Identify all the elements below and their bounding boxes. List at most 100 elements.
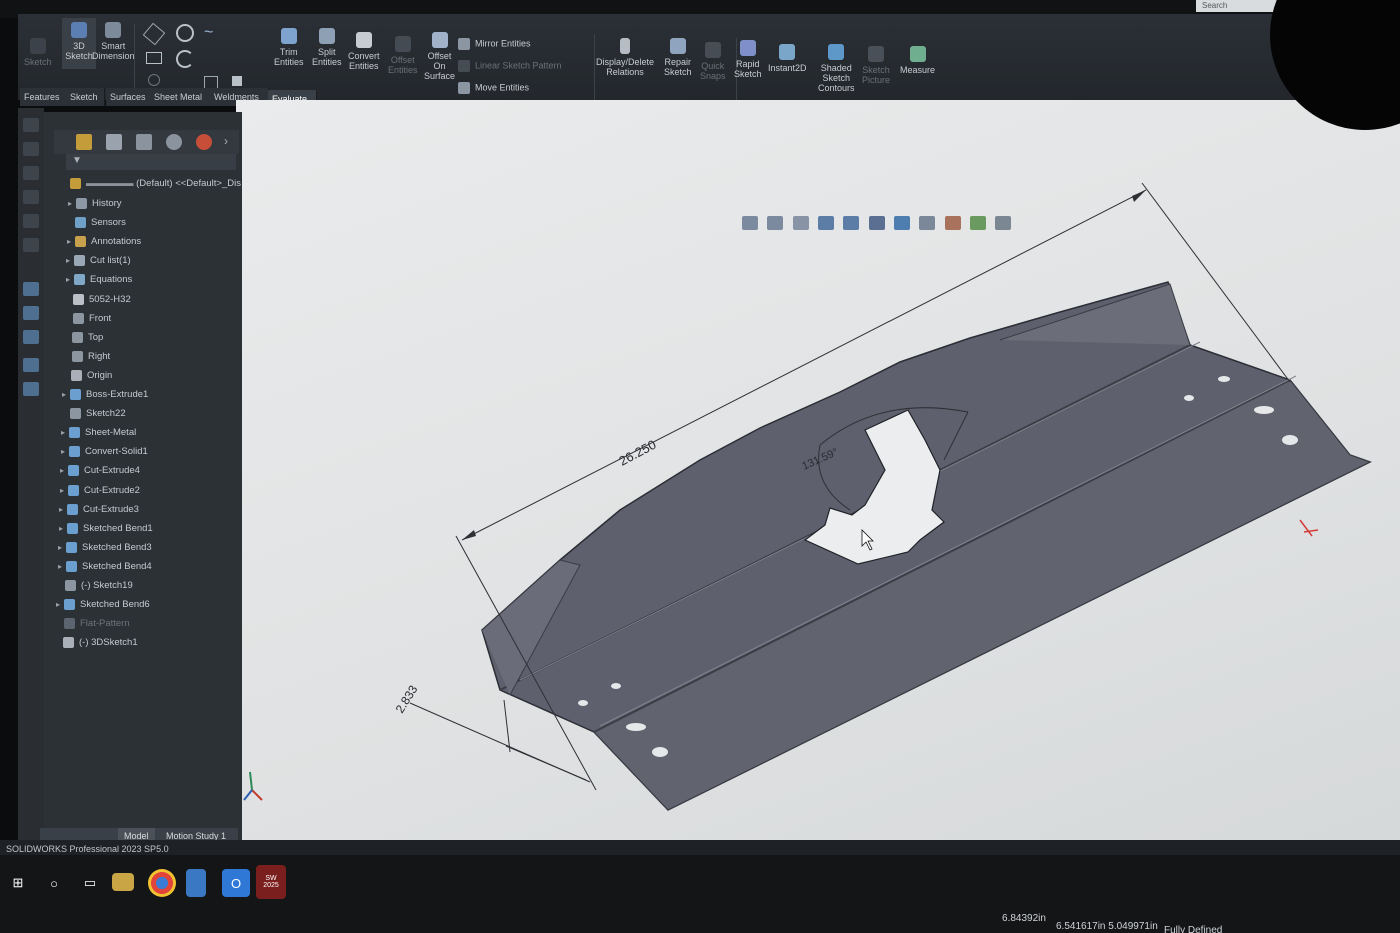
split-entities-button[interactable]: Split Entities bbox=[312, 28, 342, 67]
tree-item[interactable]: Sketch22 bbox=[62, 408, 126, 419]
tree-item[interactable]: ▸ Annotations bbox=[67, 236, 141, 247]
rectangle-icon[interactable] bbox=[146, 52, 162, 64]
tree-item[interactable]: 5052-H32 bbox=[65, 293, 131, 305]
tree-item[interactable]: (-) 3DSketch1 bbox=[55, 637, 138, 648]
tree-item[interactable]: Right bbox=[64, 350, 110, 362]
word-icon[interactable] bbox=[186, 869, 206, 897]
tree-filter[interactable]: ▼ bbox=[66, 154, 236, 170]
mirror-entities-button[interactable]: Mirror Entities bbox=[458, 38, 531, 50]
shaded-sketch-contours-button[interactable]: Shaded Sketch Contours bbox=[818, 44, 855, 93]
tree-item[interactable]: ▸ Cut list(1) bbox=[66, 255, 131, 266]
expand-arrow-icon[interactable]: ▸ bbox=[60, 466, 68, 475]
tree-root[interactable]: ▬▬▬▬▬ (Default) <<Default>_Dis bbox=[70, 178, 241, 189]
point-icon[interactable] bbox=[232, 76, 242, 86]
circle-icon[interactable] bbox=[176, 24, 194, 42]
tree-item[interactable]: ▸ Sketched Bend6 bbox=[56, 599, 150, 610]
chrome-icon[interactable] bbox=[148, 869, 176, 897]
expand-arrow-icon[interactable]: ▸ bbox=[61, 447, 69, 456]
tree-item[interactable]: ▸ History bbox=[68, 198, 122, 209]
tree-item[interactable]: ▸ Cut-Extrude2 bbox=[60, 484, 140, 496]
tab-sketch[interactable]: Sketch bbox=[66, 88, 105, 106]
tree-item[interactable]: ▸ Equations bbox=[66, 274, 132, 285]
expand-arrow-icon[interactable]: ▸ bbox=[66, 256, 74, 265]
outlook-icon[interactable]: O bbox=[222, 869, 250, 897]
expand-arrow-icon[interactable]: ▸ bbox=[58, 543, 66, 552]
strip-icon[interactable] bbox=[23, 382, 39, 396]
strip-icon[interactable] bbox=[23, 330, 39, 344]
tree-item[interactable]: Front bbox=[65, 312, 111, 324]
tab-features[interactable]: Features bbox=[20, 88, 67, 106]
expand-arrow-icon[interactable]: ▸ bbox=[56, 600, 64, 609]
strip-icon[interactable] bbox=[23, 166, 39, 180]
expand-arrow-icon[interactable]: ▸ bbox=[60, 486, 68, 495]
length-dimension-label[interactable]: 26.250 bbox=[616, 437, 658, 469]
tree-item[interactable]: ▸ Sheet-Metal bbox=[61, 427, 136, 438]
strip-icon[interactable] bbox=[23, 214, 39, 228]
property-manager-tab-icon[interactable] bbox=[106, 134, 122, 150]
tree-item[interactable]: Flat-Pattern bbox=[56, 618, 130, 629]
expand-arrow-icon[interactable]: ▸ bbox=[67, 237, 75, 246]
3d-sketch-button[interactable]: 3D Sketch bbox=[62, 18, 96, 69]
width-dimension-label[interactable]: 2.833 bbox=[393, 682, 421, 715]
feature-tree-tab-icon[interactable] bbox=[76, 134, 92, 150]
dimxpert-tab-icon[interactable] bbox=[166, 134, 182, 150]
instant2d-button[interactable]: Instant2D bbox=[768, 44, 807, 73]
line-icon[interactable] bbox=[142, 22, 166, 46]
expand-arrow-icon[interactable]: ▸ bbox=[66, 275, 74, 284]
offset-on-surface-button[interactable]: Offset On Surface bbox=[424, 32, 455, 81]
convert-entities-button[interactable]: Convert Entities bbox=[348, 32, 380, 71]
tree-item[interactable]: ▸ Sketched Bend3 bbox=[58, 541, 152, 553]
tab-sheet-metal[interactable]: Sheet Metal bbox=[150, 88, 211, 106]
tab-surfaces[interactable]: Surfaces bbox=[106, 88, 151, 106]
sketch-state: Fully Defined bbox=[1164, 925, 1223, 933]
slot-icon[interactable] bbox=[148, 74, 160, 86]
smart-dimension-button[interactable]: Smart Dimension bbox=[92, 22, 135, 61]
strip-icon[interactable] bbox=[23, 190, 39, 204]
repair-sketch-button[interactable]: Repair Sketch bbox=[664, 38, 692, 77]
display-manager-tab-icon[interactable] bbox=[196, 134, 212, 150]
solidworks-taskbar-icon[interactable]: SW 2025 bbox=[256, 865, 286, 899]
tree-item[interactable]: Top bbox=[64, 331, 103, 343]
expand-arrow-icon[interactable]: ▸ bbox=[68, 199, 76, 208]
tree-item[interactable]: ▸ Sketched Bend1 bbox=[59, 522, 153, 534]
search-icon[interactable]: ○ bbox=[40, 869, 68, 897]
expand-arrow-icon[interactable]: ▸ bbox=[62, 390, 70, 399]
tree-item[interactable]: ▸ Cut-Extrude4 bbox=[60, 465, 140, 476]
strip-icon[interactable] bbox=[23, 306, 39, 320]
quick-snaps-button[interactable]: Quick Snaps bbox=[700, 42, 726, 81]
sketch-picture-button[interactable]: Sketch Picture bbox=[862, 46, 890, 85]
offset-entities-button[interactable]: Offset Entities bbox=[388, 36, 418, 75]
rapid-sketch-button[interactable]: Rapid Sketch bbox=[734, 40, 762, 79]
file-explorer-icon[interactable] bbox=[112, 873, 134, 891]
sketch-button[interactable]: Sketch bbox=[24, 38, 52, 67]
tree-item[interactable]: (-) Sketch19 bbox=[57, 580, 133, 591]
expand-arrow-icon[interactable]: ▸ bbox=[59, 505, 67, 514]
spline-icon[interactable]: ~ bbox=[204, 24, 220, 41]
graphics-viewport[interactable]: 131.59° 26.250 2.833 bbox=[236, 100, 1400, 880]
tree-item[interactable]: ▸ Boss-Extrude1 bbox=[62, 389, 148, 400]
linear-sketch-pattern-button[interactable]: Linear Sketch Pattern bbox=[458, 60, 562, 72]
strip-icon[interactable] bbox=[23, 358, 39, 372]
tree-item[interactable]: ▸ Sketched Bend4 bbox=[58, 560, 152, 572]
chevron-right-icon[interactable]: › bbox=[224, 134, 228, 148]
windows-start-icon[interactable]: ⊞ bbox=[4, 869, 32, 897]
task-view-icon[interactable]: ▭ bbox=[76, 869, 104, 897]
expand-arrow-icon[interactable]: ▸ bbox=[58, 562, 66, 571]
display-delete-relations-button[interactable]: Display/Delete Relations bbox=[596, 38, 654, 77]
trim-entities-button[interactable]: Trim Entities bbox=[274, 28, 304, 67]
measure-button[interactable]: Measure bbox=[900, 46, 935, 75]
configuration-tab-icon[interactable] bbox=[136, 134, 152, 150]
tree-item[interactable]: Sensors bbox=[67, 217, 126, 228]
strip-icon[interactable] bbox=[23, 142, 39, 156]
arc-icon[interactable] bbox=[176, 50, 194, 68]
expand-arrow-icon[interactable]: ▸ bbox=[59, 524, 67, 533]
strip-icon[interactable] bbox=[23, 282, 39, 296]
tree-item[interactable]: Origin bbox=[63, 369, 112, 381]
move-entities-button[interactable]: Move Entities bbox=[458, 82, 529, 94]
strip-icon[interactable] bbox=[23, 238, 39, 252]
tree-item[interactable]: ▸ Convert-Solid1 bbox=[61, 446, 148, 457]
search-box[interactable]: Search bbox=[1196, 0, 1282, 12]
strip-icon[interactable] bbox=[23, 118, 39, 132]
expand-arrow-icon[interactable]: ▸ bbox=[61, 428, 69, 437]
tree-item[interactable]: ▸ Cut-Extrude3 bbox=[59, 503, 139, 515]
